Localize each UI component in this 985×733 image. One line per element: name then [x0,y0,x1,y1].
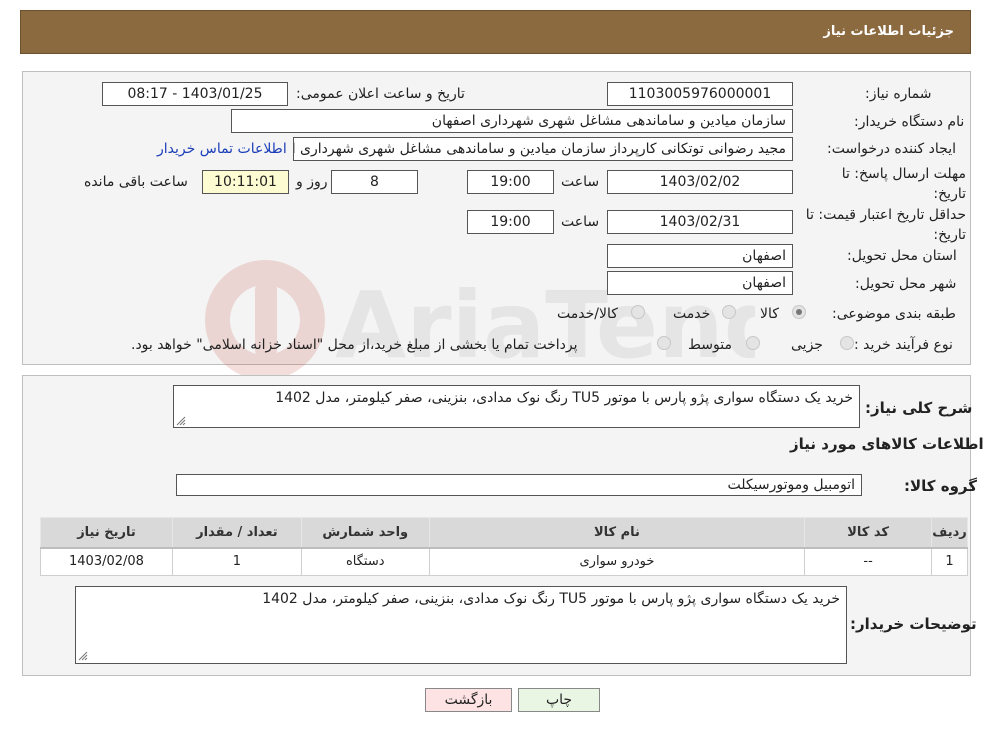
announce-label: تاریخ و ساعت اعلان عمومی: [296,86,465,102]
payment-note: پرداخت تمام یا بخشی از مبلغ خرید،از محل … [131,337,578,353]
cell-row: 1 [931,547,968,576]
col-name: نام کالا [428,517,806,549]
goods-group-field[interactable]: اتومبیل وموتورسیکلت [176,474,862,496]
category-service-radio[interactable] [722,305,736,319]
cell-name: خودرو سواری [428,547,806,576]
cell-code: -- [804,547,933,576]
remaining-time-label: ساعت باقی مانده [84,174,188,190]
goods-group-label: گروه کالا: [904,477,977,495]
announce-datetime-field[interactable]: 1403/01/25 - 08:17 [102,82,288,106]
buyer-org-label: نام دستگاه خریدار: [854,114,965,130]
buyer-contact-link[interactable]: اطلاعات تماس خریدار [157,141,287,157]
table-row: 1 -- خودرو سواری دستگاه 1 1403/02/08 [40,547,968,576]
validity-date-field[interactable]: 1403/02/31 [607,210,793,234]
table-header-row: ردیف کد کالا نام کالا واحد شمارش تعداد /… [40,517,968,549]
city-label: شهر محل تحویل: [855,276,957,292]
buyer-org-field[interactable]: سازمان میادین و ساماندهی مشاغل شهری شهرد… [231,109,793,133]
deadline-label: مهلت ارسال پاسخ: تا تاریخ: [841,166,966,202]
print-button[interactable]: چاپ [518,688,600,712]
cell-unit: دستگاه [300,547,430,576]
goods-info-title: اطلاعات کالاهای مورد نیاز [790,435,984,453]
category-both-radio[interactable] [631,305,645,319]
payment-checkbox[interactable] [657,336,671,350]
cell-need-date: 1403/02/08 [40,547,173,576]
need-number-field[interactable]: 1103005976000001 [607,82,793,106]
validity-time-label: ساعت [561,214,600,230]
col-quantity: تعداد / مقدار [171,517,302,549]
city-field[interactable]: اصفهان [607,271,793,295]
col-need-date: تاریخ نیاز [40,517,173,549]
need-number-label: شماره نیاز: [865,86,932,102]
creator-field[interactable]: مجید رضوانی توتکانی کارپرداز سازمان میاد… [293,137,793,161]
goods-table: ردیف کد کالا نام کالا واحد شمارش تعداد /… [40,517,968,576]
validity-time-field[interactable]: 19:00 [467,210,554,234]
col-code: کد کالا [804,517,933,549]
process-minor-radio[interactable] [840,336,854,350]
col-unit: واحد شمارش [300,517,430,549]
creator-label: ایجاد کننده درخواست: [827,141,956,157]
process-medium-radio[interactable] [746,336,760,350]
days-field[interactable]: 8 [331,170,418,194]
validity-label: حداقل تاریخ اعتبار قیمت: تا تاریخ: [805,207,966,243]
resize-handle-icon[interactable] [78,651,88,661]
category-goods-label: کالا [760,306,779,322]
deadline-time-field[interactable]: 19:00 [467,170,554,194]
back-button[interactable]: بازگشت [425,688,512,712]
resize-handle-icon[interactable] [176,416,186,426]
summary-label: شرح کلی نیاز: [865,399,973,417]
days-label: روز و [296,174,328,190]
buyer-notes-label: توضیحات خریدار: [850,615,977,633]
category-both-label: کالا/خدمت [557,306,618,322]
category-label: طبقه بندی موضوعی: [832,306,956,322]
process-medium-label: متوسط [688,337,732,353]
buyer-notes-field[interactable]: خرید یک دستگاه سواری پژو پارس با موتور T… [75,586,847,664]
summary-field[interactable]: خرید یک دستگاه سواری پژو پارس با موتور T… [173,385,860,428]
process-minor-label: جزیی [791,337,823,353]
deadline-date-field[interactable]: 1403/02/02 [607,170,793,194]
category-service-label: خدمت [673,306,711,322]
cell-quantity: 1 [171,547,302,576]
province-field[interactable]: اصفهان [607,244,793,268]
category-goods-radio[interactable] [792,305,806,319]
province-label: استان محل تحویل: [847,248,957,264]
deadline-time-label: ساعت [561,174,600,190]
page-header: جزئیات اطلاعات نیاز [20,10,971,54]
remaining-time-field[interactable]: 10:11:01 [202,170,289,194]
process-label: نوع فرآیند خرید : [854,337,953,353]
page-title: جزئیات اطلاعات نیاز [823,24,954,39]
col-row: ردیف [931,517,968,549]
